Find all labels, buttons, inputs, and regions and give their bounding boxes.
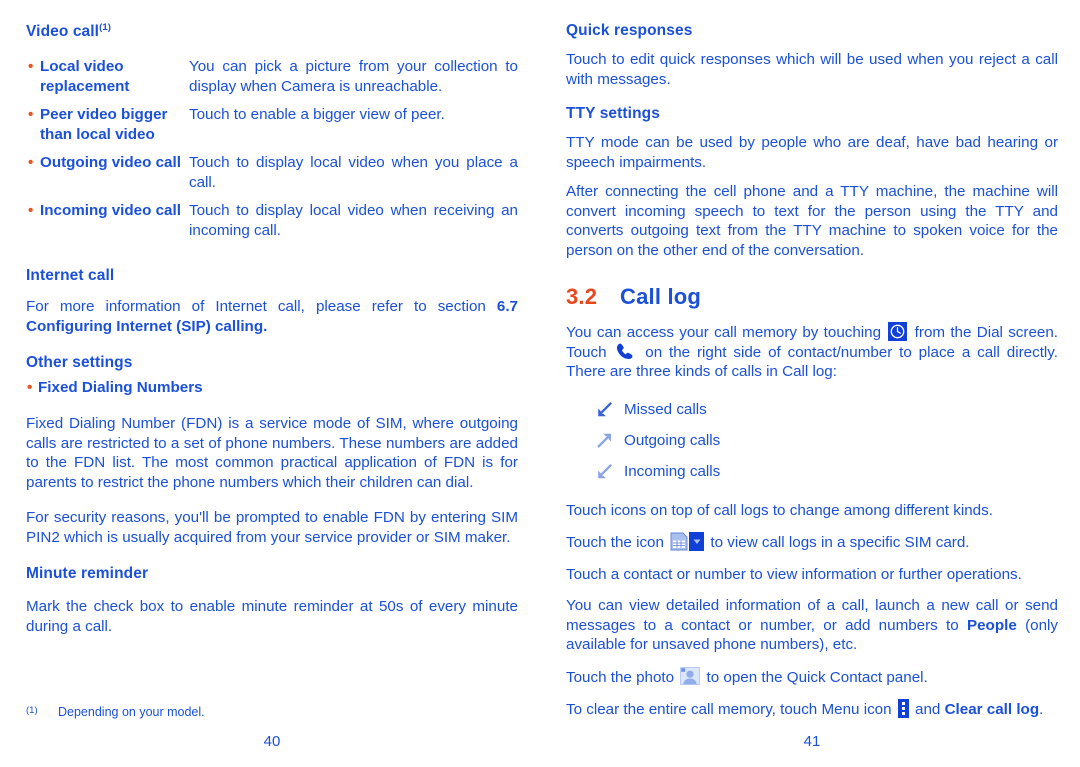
video-call-heading-text: Video call	[26, 23, 100, 41]
left-page-column: Video call(1) • Local video replacement …	[26, 0, 518, 767]
footnote-marker: (1)	[99, 22, 112, 33]
manual-page-spread: Video call(1) • Local video replacement …	[0, 0, 1080, 767]
tty-paragraph-1: TTY mode can be used by people who are d…	[566, 134, 1058, 171]
call-log-clear-c: .	[1039, 701, 1044, 718]
bullet-icon: •	[28, 202, 34, 220]
definition-row: • Local video replacement You can pick a…	[26, 57, 518, 96]
footnote-mark: (1)	[26, 705, 38, 716]
clock-icon[interactable]	[888, 322, 908, 341]
definition-term-text: Peer video bigger than local video	[40, 106, 168, 143]
people-app-name: People	[966, 616, 1017, 634]
call-log-clear-b: and	[910, 701, 945, 718]
legend-label: Missed calls	[624, 400, 707, 418]
bullet-icon: •	[27, 379, 33, 397]
fdn-paragraph-1: Fixed Dialing Number (FDN) is a service …	[26, 415, 518, 491]
legend-row-missed-calls: Missed calls	[566, 394, 1058, 425]
bullet-icon: •	[28, 154, 34, 172]
minute-reminder-heading: Minute reminder	[26, 565, 149, 583]
call-log-photo-a: Touch the photo	[566, 668, 679, 686]
call-log-detail-paragraph: You can view detailed information of a c…	[566, 596, 1058, 655]
definition-description: Touch to enable a bigger view of peer.	[189, 106, 445, 124]
call-log-intro-c: on the right side of contact/number to p…	[566, 343, 1058, 381]
call-log-sim-paragraph: Touch the icon to view call logs in a sp…	[566, 532, 1058, 553]
arrow-up-right-icon	[566, 432, 624, 449]
overflow-menu-icon[interactable]	[897, 699, 909, 718]
call-log-sim-a: Touch the icon	[566, 534, 669, 551]
chapter-number: 3.2	[566, 284, 598, 309]
call-log-intro-a: You can access your call memory by touch…	[566, 324, 887, 341]
quick-responses-heading: Quick responses	[566, 22, 693, 39]
arrow-down-left-icon	[566, 463, 624, 480]
definition-term: • Incoming video call	[26, 201, 189, 221]
tty-paragraph-2: After connecting the cell phone and a TT…	[566, 183, 1058, 259]
fixed-dialing-numbers-heading: • Fixed Dialing Numbers	[26, 378, 518, 398]
internet-call-paragraph: For more information of Internet call, p…	[26, 297, 518, 336]
call-log-clear-a: To clear the entire call memory, touch M…	[566, 701, 896, 718]
call-log-clear-paragraph: To clear the entire call memory, touch M…	[566, 699, 1058, 720]
call-log-contact-paragraph: Touch a contact or number to view inform…	[566, 565, 1022, 583]
quick-responses-paragraph: Touch to edit quick responses which will…	[566, 51, 1058, 88]
page-number-right: 41	[803, 733, 821, 750]
chapter-title: Call log	[620, 284, 702, 309]
bullet-icon: •	[28, 58, 34, 76]
internet-call-heading: Internet call	[26, 267, 115, 285]
definition-row: • Incoming video call Touch to display l…	[26, 201, 518, 240]
fixed-dialing-numbers-heading-text: Fixed Dialing Numbers	[38, 379, 203, 397]
definition-term: • Outgoing video call	[26, 153, 189, 173]
other-settings-heading: Other settings	[26, 354, 133, 372]
clear-call-log-label: Clear call log	[944, 701, 1040, 718]
definition-description: Touch to display local video when you pl…	[189, 154, 518, 191]
call-log-icons-paragraph: Touch icons on top of call logs to chang…	[566, 501, 993, 519]
arrow-down-left-icon	[566, 401, 624, 418]
legend-label: Outgoing calls	[624, 431, 721, 449]
fdn-paragraph-2: For security reasons, you'll be prompted…	[26, 509, 518, 546]
definition-term-text: Incoming video call	[40, 202, 181, 220]
contact-photo-icon[interactable]	[680, 666, 701, 685]
minute-reminder-paragraph: Mark the check box to enable minute remi…	[26, 598, 518, 635]
legend-row-outgoing-calls: Outgoing calls	[566, 425, 1058, 456]
definition-description: You can pick a picture from your collect…	[189, 58, 518, 95]
bullet-icon: •	[28, 106, 34, 124]
definition-row: • Outgoing video call Touch to display l…	[26, 153, 518, 192]
call-log-intro-paragraph: You can access your call memory by touch…	[566, 322, 1058, 382]
call-log-chapter-title: 3.2 Call log	[566, 284, 1058, 310]
tty-settings-heading: TTY settings	[566, 105, 660, 122]
definition-term-text: Local video replacement	[40, 58, 130, 95]
call-log-sim-b: to view call logs in a specific SIM card…	[706, 534, 970, 551]
definition-term: • Local video replacement	[26, 57, 189, 96]
call-log-photo-paragraph: Touch the photo to open the Quick Contac…	[566, 666, 1058, 688]
legend-row-incoming-calls: Incoming calls	[566, 456, 1058, 487]
definition-row: • Peer video bigger than local video Tou…	[26, 105, 518, 144]
phone-handset-icon[interactable]	[615, 343, 636, 360]
definition-term: • Peer video bigger than local video	[26, 105, 189, 144]
sim-card-dropdown-icon[interactable]	[670, 532, 705, 551]
page-number-left: 40	[263, 733, 281, 750]
internet-call-paragraph-lead: For more information of Internet call, p…	[26, 298, 497, 316]
call-log-photo-b: to open the Quick Contact panel.	[702, 668, 928, 686]
footnote: (1) Depending on your model.	[26, 704, 205, 720]
video-call-heading: Video call(1)	[26, 22, 518, 41]
definition-description: Touch to display local video when receiv…	[189, 202, 518, 239]
legend-label: Incoming calls	[624, 462, 721, 480]
definition-term-text: Outgoing video call	[40, 154, 181, 172]
right-page-column: Quick responses Touch to edit quick resp…	[566, 0, 1058, 767]
footnote-text: Depending on your model.	[58, 705, 205, 719]
